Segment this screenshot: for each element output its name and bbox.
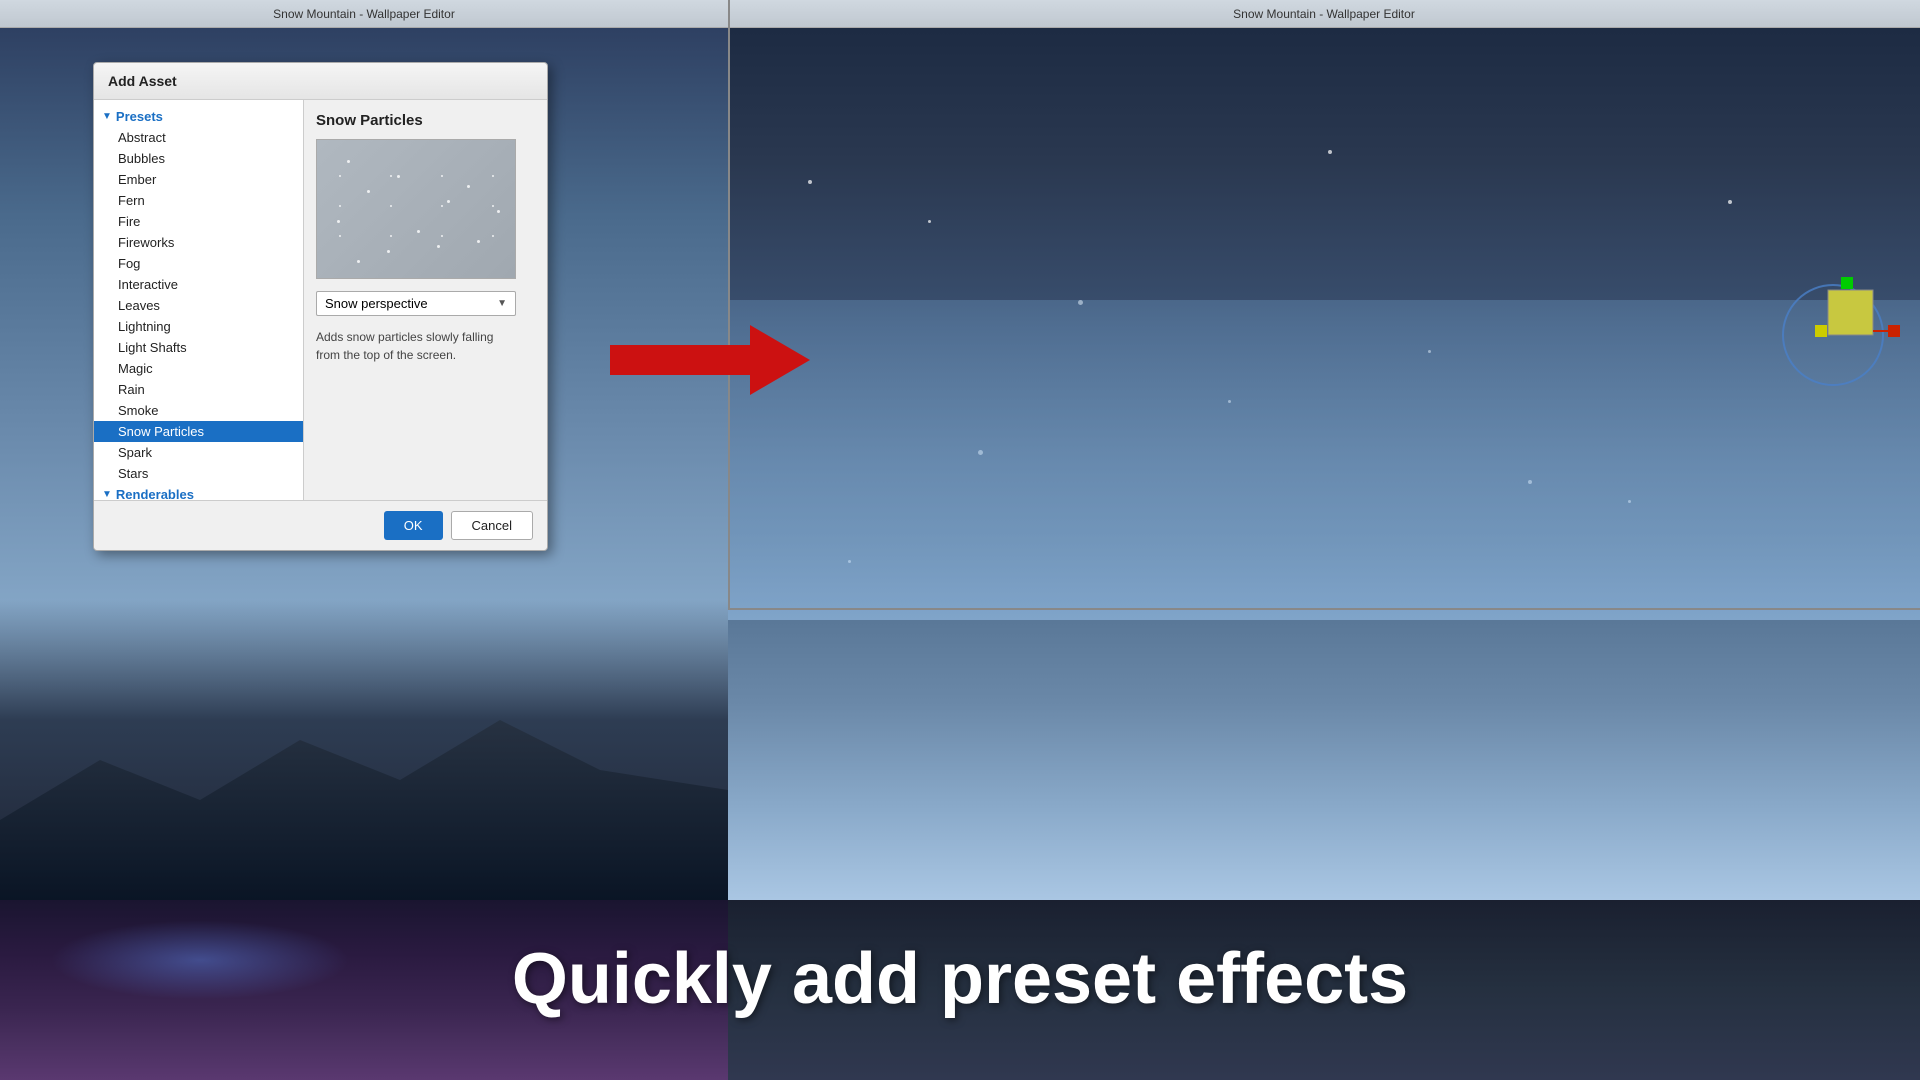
title-right-text: Snow Mountain - Wallpaper Editor xyxy=(1233,7,1415,21)
preview-snow-dot xyxy=(497,210,500,213)
presets-arrow-icon: ▼ xyxy=(102,111,112,122)
dropdown-arrow-icon: ▼ xyxy=(497,298,507,309)
preview-snow-dot xyxy=(387,250,390,253)
preview-snow-dot xyxy=(417,230,420,233)
list-item-interactive[interactable]: Interactive xyxy=(94,274,303,295)
list-item-fern[interactable]: Fern xyxy=(94,190,303,211)
lake-reflection xyxy=(728,300,1920,620)
list-item-ember[interactable]: Ember xyxy=(94,169,303,190)
dropdown-value: Snow perspective xyxy=(325,296,428,311)
list-item-leaves[interactable]: Leaves xyxy=(94,295,303,316)
title-bar-left: Snow Mountain - Wallpaper Editor xyxy=(0,0,728,28)
list-item-snow-particles[interactable]: Snow Particles xyxy=(94,421,303,442)
horiz-divider xyxy=(728,608,1920,610)
renderables-section-header[interactable]: ▼ Renderables xyxy=(94,484,303,500)
list-item-fire[interactable]: Fire xyxy=(94,211,303,232)
dialog-footer: OK Cancel xyxy=(94,500,547,550)
bottom-tagline: Quickly add preset effects xyxy=(0,938,1920,1020)
screen: Snow Mountain - Wallpaper Editor Snow Mo… xyxy=(0,0,1920,1080)
add-asset-dialog: Add Asset ▼ Presets Abstract Bubbles Emb… xyxy=(93,62,548,551)
list-item-abstract[interactable]: Abstract xyxy=(94,127,303,148)
preview-snow-dot xyxy=(477,240,480,243)
ok-button[interactable]: OK xyxy=(384,511,443,540)
preview-snow-dot xyxy=(347,160,350,163)
presets-label: Presets xyxy=(116,109,163,124)
preview-image xyxy=(316,139,516,279)
list-item-light-shafts[interactable]: Light Shafts xyxy=(94,337,303,358)
title-left-text: Snow Mountain - Wallpaper Editor xyxy=(273,7,455,21)
preview-title: Snow Particles xyxy=(316,112,535,129)
list-item-fireworks[interactable]: Fireworks xyxy=(94,232,303,253)
presets-section-header[interactable]: ▼ Presets xyxy=(94,106,303,127)
renderables-label: Renderables xyxy=(116,487,194,500)
preview-snow-dot xyxy=(437,245,440,248)
list-item-lightning[interactable]: Lightning xyxy=(94,316,303,337)
list-item-smoke[interactable]: Smoke xyxy=(94,400,303,421)
preview-description: Adds snow particles slowly falling from … xyxy=(316,328,516,364)
title-bar-right: Snow Mountain - Wallpaper Editor xyxy=(728,0,1920,28)
panel-divider xyxy=(728,0,730,610)
preview-snow-dot xyxy=(357,260,360,263)
list-item-fog[interactable]: Fog xyxy=(94,253,303,274)
preview-snow-dot xyxy=(337,220,340,223)
preview-snow-dot xyxy=(447,200,450,203)
preview-snow-dot xyxy=(397,175,400,178)
list-item-bubbles[interactable]: Bubbles xyxy=(94,148,303,169)
cancel-button[interactable]: Cancel xyxy=(451,511,533,540)
list-item-stars[interactable]: Stars xyxy=(94,463,303,484)
preview-snow-dot xyxy=(467,185,470,188)
bg-right xyxy=(728,0,1920,1080)
mountain-left xyxy=(0,600,728,900)
preview-snow-dot xyxy=(367,190,370,193)
snow-particle xyxy=(1328,150,1332,154)
snow-particle xyxy=(1728,200,1732,204)
list-item-magic[interactable]: Magic xyxy=(94,358,303,379)
renderables-arrow-icon: ▼ xyxy=(102,489,112,500)
list-item-spark[interactable]: Spark xyxy=(94,442,303,463)
snow-perspective-dropdown[interactable]: Snow perspective ▼ xyxy=(316,291,516,316)
preview-panel: Snow Particles xyxy=(304,100,547,500)
red-arrow xyxy=(610,320,810,403)
snow-particle xyxy=(808,180,812,184)
transform-widget xyxy=(1768,255,1920,418)
tree-panel: ▼ Presets Abstract Bubbles Ember Fern Fi… xyxy=(94,100,304,500)
snow-particle xyxy=(928,220,931,223)
dropdown-container: Snow perspective ▼ xyxy=(316,291,535,316)
list-item-rain[interactable]: Rain xyxy=(94,379,303,400)
dialog-body: ▼ Presets Abstract Bubbles Ember Fern Fi… xyxy=(94,100,547,500)
dialog-title: Add Asset xyxy=(94,63,547,100)
